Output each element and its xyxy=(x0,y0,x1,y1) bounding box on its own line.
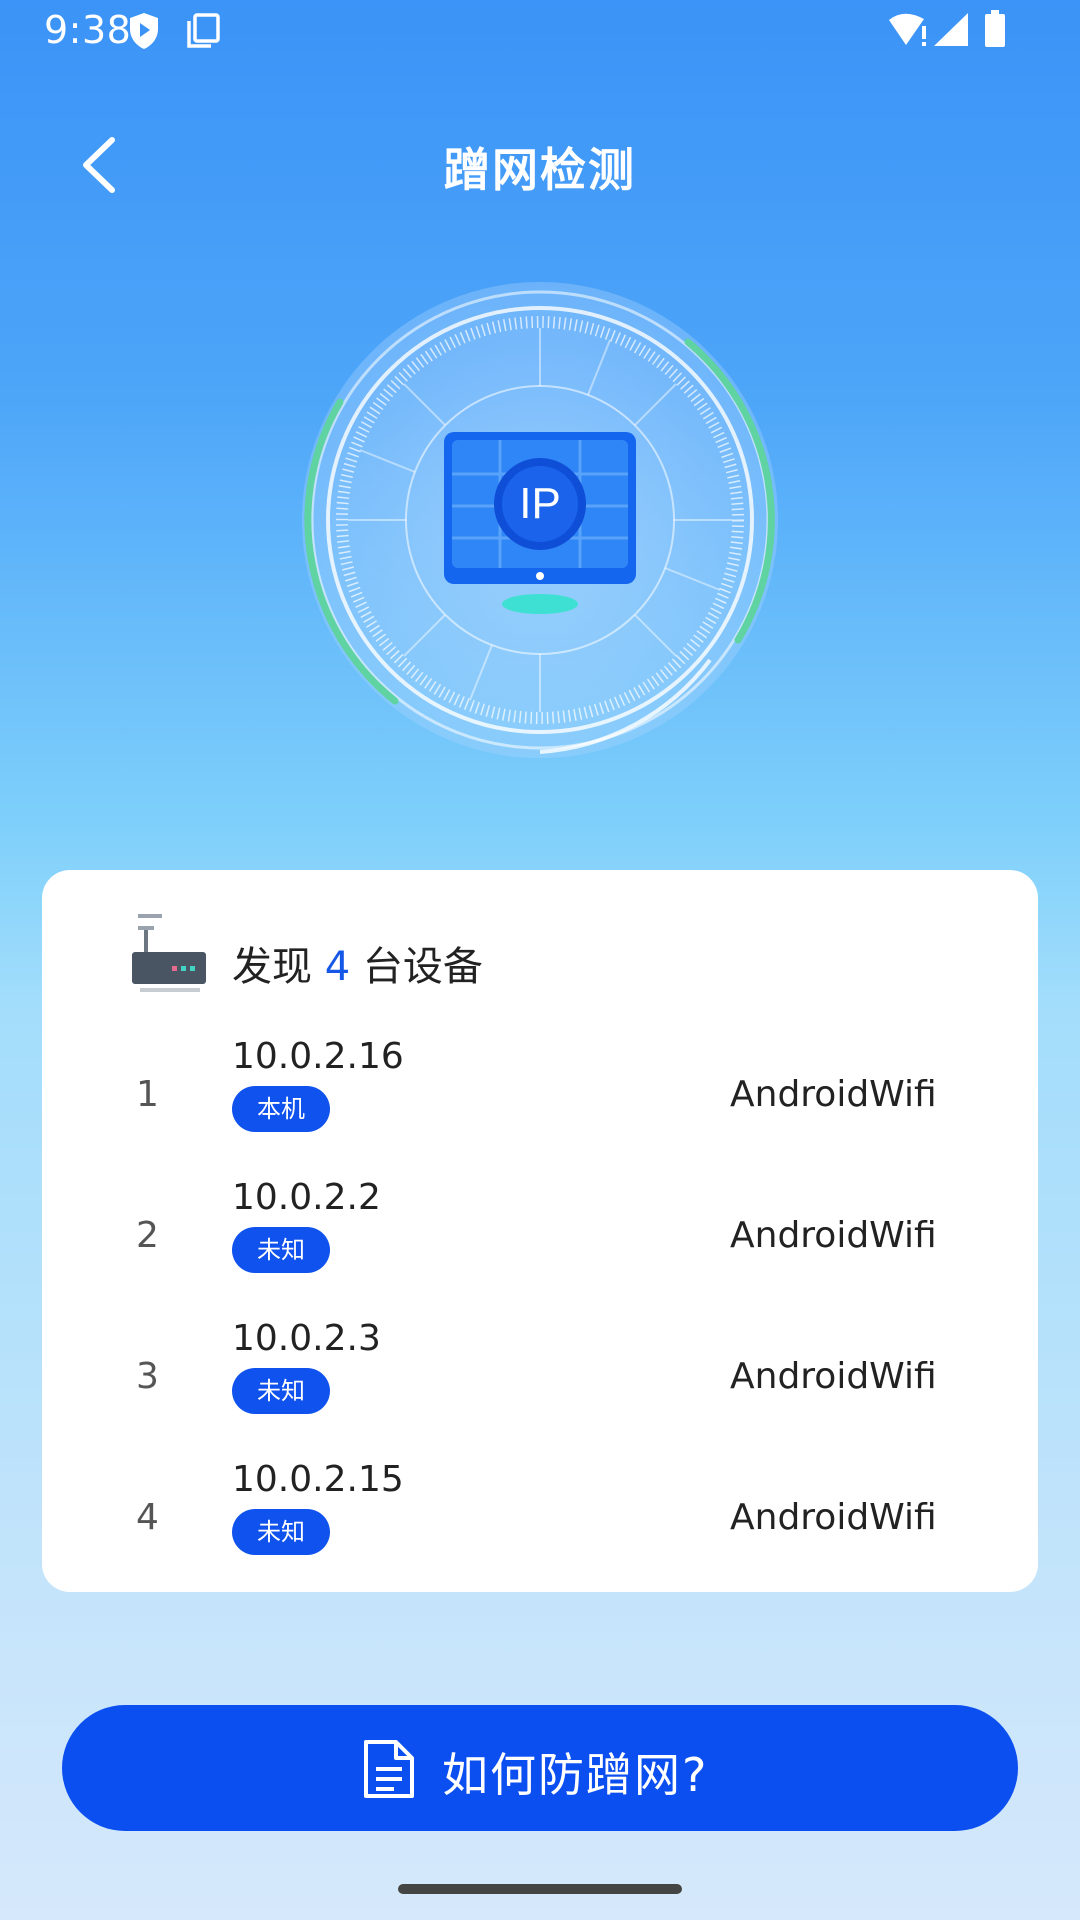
device-ip: 10.0.2.2 xyxy=(232,1177,381,1218)
device-index: 1 xyxy=(136,1074,159,1115)
router-icon xyxy=(132,914,206,992)
signal-icon xyxy=(934,13,968,46)
device-index: 4 xyxy=(136,1497,159,1538)
home-indicator[interactable] xyxy=(398,1884,682,1894)
device-tag-badge: 未知 xyxy=(232,1509,330,1555)
devices-found-text: 发现 4 台设备 xyxy=(232,934,483,992)
found-suffix: 台设备 xyxy=(362,944,483,990)
devices-card: 发现 4 台设备 1 10.0.2.16 本机 AndroidWifi 2 10… xyxy=(42,870,1038,1592)
device-row[interactable]: 4 10.0.2.15 未知 AndroidWifi xyxy=(42,1459,1038,1579)
device-count: 4 xyxy=(324,944,351,990)
battery-icon xyxy=(985,10,1005,47)
device-row[interactable]: 3 10.0.2.3 未知 AndroidWifi xyxy=(42,1318,1038,1438)
device-network-name: AndroidWifi xyxy=(730,1497,937,1538)
page-title: 蹭网检测 xyxy=(444,143,636,197)
app-header: 蹭网检测 xyxy=(0,110,1080,220)
device-row[interactable]: 1 10.0.2.16 本机 AndroidWifi xyxy=(42,1036,1038,1156)
how-to-prevent-button[interactable]: 如何防蹭网? xyxy=(62,1705,1018,1831)
wifi-icon xyxy=(889,13,926,46)
how-to-prevent-label: 如何防蹭网? xyxy=(442,1748,709,1802)
device-network-name: AndroidWifi xyxy=(730,1215,937,1256)
device-row[interactable]: 2 10.0.2.2 未知 AndroidWifi xyxy=(42,1177,1038,1297)
shield-play-icon xyxy=(130,13,158,49)
device-tag-badge: 本机 xyxy=(232,1086,330,1132)
ip-label: IP xyxy=(519,479,561,528)
device-index: 2 xyxy=(136,1215,159,1256)
copy-icon xyxy=(187,13,220,48)
device-index: 3 xyxy=(136,1356,159,1397)
device-ip: 10.0.2.3 xyxy=(232,1318,381,1359)
status-time: 9:38 xyxy=(44,8,132,52)
document-icon xyxy=(364,1740,414,1798)
device-ip: 10.0.2.15 xyxy=(232,1459,404,1500)
radar-scanner: IP xyxy=(302,282,778,758)
device-network-name: AndroidWifi xyxy=(730,1356,937,1397)
device-tag-badge: 未知 xyxy=(232,1227,330,1273)
device-tag-badge: 未知 xyxy=(232,1368,330,1414)
status-bar: 9:38 xyxy=(0,0,1080,64)
device-network-name: AndroidWifi xyxy=(730,1074,937,1115)
device-ip: 10.0.2.16 xyxy=(232,1036,404,1077)
found-prefix: 发现 xyxy=(232,944,312,990)
devices-header: 发现 4 台设备 xyxy=(130,912,830,1002)
